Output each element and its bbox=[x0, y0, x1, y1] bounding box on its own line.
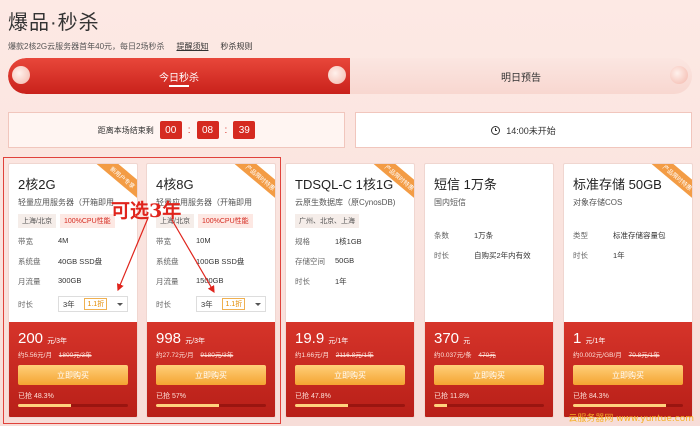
spec-label: 条数 bbox=[434, 231, 449, 240]
watermark: 云服务器网 www.yuntue.com bbox=[568, 414, 694, 424]
spec-row: 时长 1年 bbox=[573, 250, 683, 261]
tab-today[interactable]: 今日秒杀 bbox=[8, 58, 350, 94]
spec-value: 50GB bbox=[335, 256, 355, 265]
product-desc: 国内短信 bbox=[434, 198, 466, 207]
monthly-price: 约0.037元/条 bbox=[434, 352, 472, 359]
spec-value: 1年 bbox=[335, 277, 347, 286]
remind-link[interactable]: 提醒须知 bbox=[176, 41, 208, 52]
price-unit: 元 bbox=[463, 338, 471, 345]
spec-value: 1年 bbox=[613, 251, 625, 260]
spec-row: 类型 标准存储容量包 bbox=[573, 230, 683, 241]
tag-row: 广州、北京、上海 bbox=[295, 214, 405, 228]
sold-label: 已抢 84.3% bbox=[573, 393, 609, 400]
spec-label: 时长 bbox=[295, 277, 310, 286]
buy-button[interactable]: 立即购买 bbox=[295, 365, 405, 385]
clock-icon bbox=[491, 125, 501, 135]
spec-row: 存储空间 50GB bbox=[295, 256, 405, 267]
price: 1 元/1年 bbox=[573, 330, 683, 347]
product-desc: 对象存储COS bbox=[573, 198, 623, 207]
card-price-panel: 1 元/1年 约0.002元/GB/月 70.8元/1年 立即购买 已抢 84.… bbox=[564, 322, 692, 417]
subtitle-row: 爆款2核2G云服务器首年40元，每日2场秒杀 提醒须知 秒杀规则 bbox=[8, 41, 692, 52]
countdown: 距离本场结束剩 00 : 08 : 39 bbox=[8, 112, 345, 148]
spec-list: 条数 1万条 时长 自购买2年内有效 bbox=[434, 230, 544, 261]
spec-row: 时长 自购买2年内有效 bbox=[434, 250, 544, 261]
card-info: 短信 1万条 国内短信 条数 1万条 时长 自购买2年内有效 bbox=[425, 164, 553, 324]
card-info: 产品限时特惠 TDSQL-C 1核1G 云原生数据库（原CynosDB) 广州、… bbox=[286, 164, 414, 324]
sold-label: 已抢 47.8% bbox=[295, 393, 331, 400]
price-unit: 元/1年 bbox=[585, 338, 606, 345]
annotation-text: 可选3年 bbox=[111, 200, 182, 222]
region-tag: 广州、北京、上海 bbox=[295, 214, 359, 228]
tab-tomorrow-label: 明日预告 bbox=[501, 72, 541, 84]
spec-label: 时长 bbox=[434, 251, 449, 260]
countdown-minutes: 08 bbox=[196, 121, 219, 139]
card-info: 产品限时特惠 标准存储 50GB 对象存储COS 类型 标准存储容量包 时长 1… bbox=[564, 164, 692, 324]
ornament-icon bbox=[12, 66, 30, 84]
countdown-seconds: 39 bbox=[233, 121, 256, 139]
spec-row: 时长 1年 bbox=[295, 276, 405, 287]
sold-progress-fill bbox=[573, 404, 666, 407]
spec-list: 规格 1核1GB 存储空间 50GB 时长 1年 bbox=[295, 236, 405, 287]
page-header: 爆品·秒杀 爆款2核2G云服务器首年40元，每日2场秒杀 提醒须知 秒杀规则 bbox=[8, 6, 692, 52]
sold-progress bbox=[573, 404, 683, 407]
ornament-icon bbox=[670, 66, 688, 84]
price-sub: 约0.037元/条 470元 bbox=[434, 349, 544, 359]
sold-progress-fill bbox=[434, 404, 447, 407]
product-card: 产品限时特惠 标准存储 50GB 对象存储COS 类型 标准存储容量包 时长 1… bbox=[563, 163, 693, 418]
original-price: 70.8元/1年 bbox=[628, 352, 660, 359]
spec-list: 类型 标准存储容量包 时长 1年 bbox=[573, 230, 683, 261]
tab-tomorrow[interactable]: 明日预告 bbox=[350, 58, 692, 94]
rules-link[interactable]: 秒杀规则 bbox=[220, 41, 252, 52]
session-tabs: 今日秒杀 明日预告 bbox=[8, 58, 692, 94]
price-sub: 约0.002元/GB/月 70.8元/1年 bbox=[573, 349, 683, 359]
price-value: 19.9 bbox=[295, 330, 325, 347]
product-desc: 云原生数据库（原CynosDB) bbox=[295, 198, 396, 207]
next-session: 14:00未开始 bbox=[355, 112, 692, 148]
original-price: 470元 bbox=[478, 352, 496, 359]
price-value: 1 bbox=[573, 330, 582, 347]
countdown-hours: 00 bbox=[159, 121, 182, 139]
tab-today-label: 今日秒杀 bbox=[159, 72, 199, 84]
countdown-label: 距离本场结束剩 bbox=[97, 125, 154, 135]
price-value: 370 bbox=[434, 330, 460, 347]
price: 19.9 元/1年 bbox=[295, 330, 405, 347]
monthly-price: 约0.002元/GB/月 bbox=[573, 352, 622, 359]
countdown-colon: : bbox=[224, 124, 228, 136]
monthly-price: 约1.66元/月 bbox=[295, 352, 329, 359]
spec-label: 存储空间 bbox=[295, 257, 325, 266]
spec-label: 时长 bbox=[573, 251, 588, 260]
card-price-panel: 19.9 元/1年 约1.66元/月 2116.8元/1年 立即购买 已抢 47… bbox=[286, 322, 414, 417]
product-card: 短信 1万条 国内短信 条数 1万条 时长 自购买2年内有效 370 元 约0.… bbox=[424, 163, 554, 418]
original-price: 2116.8元/1年 bbox=[335, 352, 374, 359]
spec-value: 标准存储容量包 bbox=[613, 231, 666, 240]
spec-value: 1核1GB bbox=[335, 237, 362, 246]
page-description: 爆款2核2G云服务器首年40元，每日2场秒杀 bbox=[8, 42, 165, 51]
product-card: 产品限时特惠 TDSQL-C 1核1G 云原生数据库（原CynosDB) 广州、… bbox=[285, 163, 415, 418]
card-price-panel: 370 元 约0.037元/条 470元 立即购买 已抢 11.8% bbox=[425, 322, 553, 417]
next-session-label: 14:00未开始 bbox=[506, 125, 556, 136]
buy-button[interactable]: 立即购买 bbox=[573, 365, 683, 385]
price-unit: 元/1年 bbox=[328, 338, 349, 345]
sold-label: 已抢 11.8% bbox=[434, 393, 470, 400]
sold-progress bbox=[434, 404, 544, 407]
spec-value: 自购买2年内有效 bbox=[474, 251, 531, 260]
ornament-icon bbox=[328, 66, 346, 84]
sold-progress bbox=[295, 404, 405, 407]
spec-label: 规格 bbox=[295, 237, 310, 246]
price-sub: 约1.66元/月 2116.8元/1年 bbox=[295, 349, 405, 359]
spec-row: 规格 1核1GB bbox=[295, 236, 405, 247]
buy-button[interactable]: 立即购买 bbox=[434, 365, 544, 385]
product-name: 短信 1万条 bbox=[434, 177, 497, 192]
page-title: 爆品·秒杀 bbox=[8, 12, 100, 34]
price: 370 元 bbox=[434, 330, 544, 347]
sold-progress-fill bbox=[295, 404, 348, 407]
countdown-colon: : bbox=[187, 124, 191, 136]
spec-label: 类型 bbox=[573, 231, 588, 240]
spec-row: 条数 1万条 bbox=[434, 230, 544, 241]
spec-value: 1万条 bbox=[474, 231, 494, 240]
